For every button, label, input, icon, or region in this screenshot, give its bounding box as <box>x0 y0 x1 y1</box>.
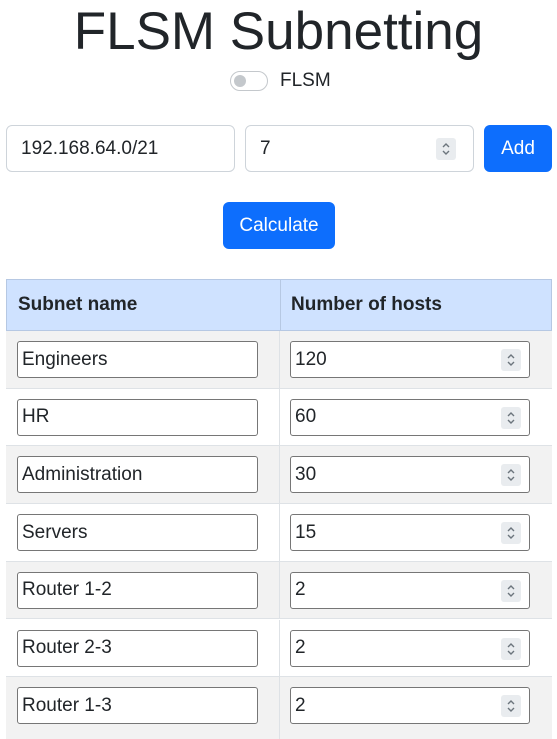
network-address-value: 192.168.64.0/21 <box>21 137 159 159</box>
host-count-input[interactable]: 60 <box>290 398 530 436</box>
page-title: FLSM Subnetting <box>73 2 484 61</box>
host-count-input[interactable]: 120 <box>290 341 530 378</box>
subnet-name-input[interactable]: Router 2-3 <box>17 629 258 667</box>
subnet-count-value: 7 <box>260 137 271 159</box>
table-row: Engineers 120 <box>6 331 552 389</box>
table-header: Subnet name Number of hosts <box>6 279 552 331</box>
column-divider <box>279 504 280 561</box>
subnet-name-value: HR <box>22 406 50 428</box>
subnet-name-input[interactable]: Servers <box>17 514 258 552</box>
flsm-toggle-switch[interactable] <box>230 71 268 91</box>
mode-toggle-row: FLSM <box>230 68 331 94</box>
column-divider <box>279 561 280 619</box>
host-count-input[interactable]: 2 <box>290 629 530 667</box>
subnet-name-value: Router 1-2 <box>22 579 112 601</box>
up-down-chevron-icon[interactable] <box>436 138 456 160</box>
table-row: Servers 15 <box>6 504 552 562</box>
host-count-input[interactable]: 30 <box>290 456 530 494</box>
table-row: HR 60 <box>6 388 552 447</box>
host-count-value: 2 <box>295 637 306 658</box>
subnet-name-input[interactable]: Router 1-2 <box>17 571 258 609</box>
host-count-input[interactable]: 2 <box>290 687 530 725</box>
column-header-subnet-name: Subnet name <box>18 294 138 315</box>
calculate-button[interactable]: Calculate <box>223 202 335 249</box>
up-down-chevron-icon[interactable] <box>501 349 521 371</box>
subnet-name-input[interactable]: Engineers <box>17 341 258 378</box>
up-down-chevron-icon[interactable] <box>501 579 521 602</box>
subnet-name-value: Engineers <box>22 348 108 370</box>
page: FLSM Subnetting FLSM 192.168.64.0/21 7 A… <box>0 0 557 739</box>
column-divider <box>279 446 280 504</box>
up-down-chevron-icon[interactable] <box>501 522 521 545</box>
header-divider <box>280 280 281 330</box>
column-divider <box>279 388 280 446</box>
up-down-chevron-icon[interactable] <box>501 637 521 660</box>
host-count-input[interactable]: 2 <box>290 571 530 609</box>
subnet-name-input[interactable]: HR <box>17 398 258 436</box>
table-row: Router 1-2 2 <box>6 561 552 620</box>
up-down-chevron-icon[interactable] <box>501 695 521 718</box>
table-row: Router 2-3 2 <box>6 619 552 678</box>
toggle-label: FLSM <box>280 70 331 91</box>
subnet-name-input[interactable]: Administration <box>17 456 258 494</box>
table-row: Router 1-3 2 <box>6 677 552 739</box>
host-count-value: 2 <box>295 694 306 716</box>
up-down-chevron-icon[interactable] <box>501 464 521 487</box>
host-count-value: 30 <box>295 463 317 485</box>
subnet-name-value: Administration <box>22 463 143 485</box>
subnet-name-value: Router 2-3 <box>22 637 112 658</box>
toggle-knob <box>234 75 246 87</box>
host-count-value: 120 <box>295 348 327 370</box>
column-header-number-of-hosts: Number of hosts <box>291 294 442 315</box>
column-divider <box>279 331 280 388</box>
network-address-input[interactable]: 192.168.64.0/21 <box>6 125 235 172</box>
subnet-name-value: Servers <box>22 521 88 543</box>
table-row: Administration 30 <box>6 446 552 505</box>
column-divider <box>279 619 280 677</box>
subnet-name-input[interactable]: Router 1-3 <box>17 687 258 725</box>
subnet-count-input[interactable]: 7 <box>245 125 474 172</box>
host-count-value: 15 <box>295 521 317 543</box>
host-count-input[interactable]: 15 <box>290 514 530 552</box>
column-divider <box>279 677 280 739</box>
subnet-name-value: Router 1-3 <box>22 694 112 716</box>
add-button[interactable]: Add <box>484 125 552 172</box>
host-count-value: 60 <box>295 406 317 428</box>
host-count-value: 2 <box>295 579 306 601</box>
up-down-chevron-icon[interactable] <box>501 406 521 429</box>
